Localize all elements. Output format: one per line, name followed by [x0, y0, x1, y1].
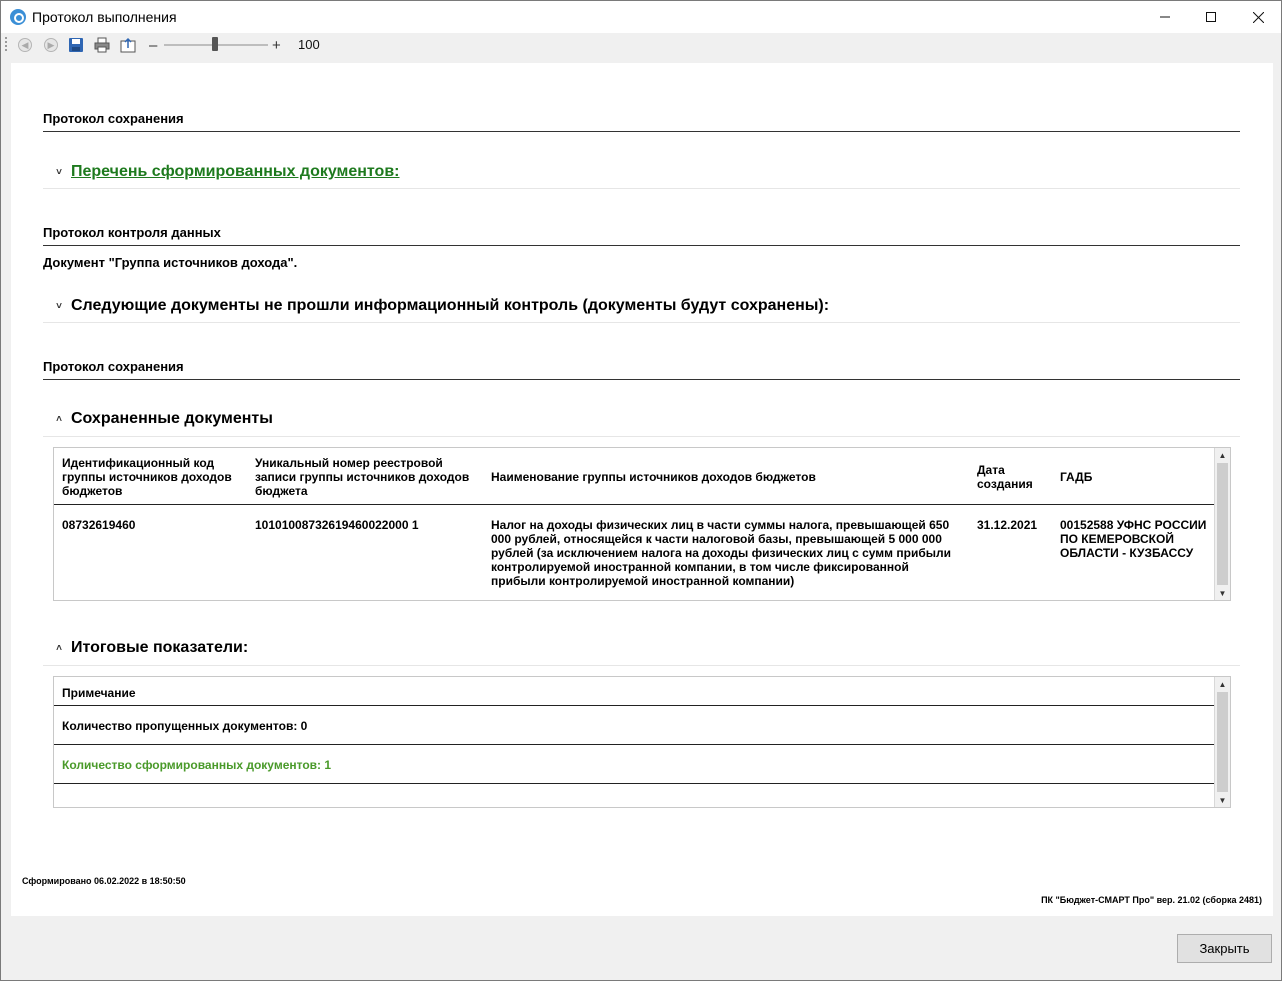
zoom-out-button[interactable]: –	[149, 37, 157, 54]
back-button[interactable]: ◀	[16, 36, 34, 54]
arrow-right-icon: ▶	[44, 38, 58, 52]
divider	[43, 245, 1240, 246]
header-divider	[54, 705, 1215, 706]
minimize-icon	[1160, 16, 1170, 18]
floppy-disk-icon	[69, 38, 83, 52]
divider	[43, 665, 1240, 666]
table-cell[interactable]: Налог на доходы физических лиц в части с…	[491, 518, 957, 588]
skipped-count[interactable]: Количество пропущенных документов: 0	[62, 719, 307, 733]
vertical-scrollbar[interactable]: ▲ ▼	[1214, 677, 1230, 807]
maximize-button[interactable]	[1188, 1, 1234, 33]
divider	[43, 322, 1240, 323]
scroll-down-icon[interactable]: ▼	[1215, 586, 1230, 600]
app-icon	[10, 9, 26, 25]
formed-docs-link[interactable]: Перечень сформированных документов:	[71, 163, 400, 181]
save-button[interactable]	[67, 36, 85, 54]
version-info: ПК "Бюджет-СМАРТ Про" вер. 21.02 (сборка…	[1041, 895, 1262, 905]
window: Протокол выполнения ◀ ▶ – + 100 Протокол…	[0, 0, 1282, 981]
scroll-thumb[interactable]	[1217, 463, 1228, 585]
forward-button[interactable]: ▶	[42, 36, 60, 54]
title-bar: Протокол выполнения	[1, 1, 1281, 33]
print-button[interactable]	[93, 36, 111, 54]
generated-timestamp: Сформировано 06.02.2022 в 18:50:50	[22, 876, 186, 886]
chevron-up-icon: ˄	[56, 642, 62, 654]
vertical-scrollbar[interactable]: ▲ ▼	[1214, 448, 1230, 600]
column-header: ГАДБ	[1060, 470, 1093, 484]
zoom-slider-thumb[interactable]	[212, 37, 218, 51]
table-cell[interactable]: 31.12.2021	[977, 518, 1052, 532]
totals-table: Примечание Количество пропущенных докуме…	[53, 676, 1231, 808]
formed-docs-group[interactable]: ˅ Перечень сформированных документов:	[53, 163, 400, 181]
divider	[43, 436, 1240, 437]
row-divider	[54, 744, 1215, 745]
divider	[43, 188, 1240, 189]
toolbar-grip[interactable]	[5, 37, 7, 51]
divider	[43, 131, 1240, 132]
header-divider	[54, 504, 1215, 505]
control-protocol-title: Протокол контроля данных	[43, 225, 221, 240]
report-content: Протокол сохранения ˅ Перечень сформиров…	[11, 63, 1273, 916]
chevron-down-icon: ˅	[56, 300, 62, 312]
column-header: Наименование группы источников доходов б…	[491, 470, 816, 484]
arrow-left-icon: ◀	[18, 38, 32, 52]
save-protocol-title: Протокол сохранения	[43, 111, 184, 126]
document-line: Документ "Группа источников дохода".	[43, 255, 298, 270]
maximize-icon	[1206, 12, 1216, 22]
table-cell[interactable]: 10101008732619460022000 1	[255, 518, 480, 532]
window-title: Протокол выполнения	[32, 9, 177, 25]
column-header: Примечание	[62, 686, 136, 700]
close-icon	[1252, 11, 1264, 23]
export-icon	[120, 37, 136, 53]
scroll-down-icon[interactable]: ▼	[1215, 793, 1230, 807]
chevron-up-icon: ˄	[56, 413, 62, 425]
formed-count[interactable]: Количество сформированных документов: 1	[62, 758, 331, 772]
failed-control-title: Следующие документы не прошли информацио…	[71, 297, 830, 314]
saved-docs-title: Сохраненные документы	[71, 410, 273, 427]
column-header: Дата создания	[977, 463, 1033, 491]
saved-docs-group[interactable]: ˄ Сохраненные документы	[53, 410, 273, 428]
zoom-value: 100	[298, 37, 320, 52]
zoom-in-button[interactable]: +	[272, 37, 281, 54]
scroll-up-icon[interactable]: ▲	[1215, 677, 1230, 691]
saved-docs-table: Идентификационный код группы источников …	[53, 447, 1231, 601]
printer-icon	[94, 37, 110, 53]
table-cell[interactable]: 08732619460	[62, 518, 242, 532]
column-header: Идентификационный код группы источников …	[62, 456, 232, 498]
scroll-thumb[interactable]	[1217, 692, 1228, 792]
scroll-up-icon[interactable]: ▲	[1215, 448, 1230, 462]
close-window-button[interactable]	[1235, 1, 1281, 33]
table-cell[interactable]: 00152588 УФНС РОССИИ ПО КЕМЕРОВСКОЙ ОБЛА…	[1060, 518, 1210, 560]
chevron-down-icon: ˅	[56, 166, 62, 178]
failed-control-group[interactable]: ˅ Следующие документы не прошли информац…	[53, 297, 829, 315]
column-header: Уникальный номер реестровой записи групп…	[255, 456, 470, 498]
row-divider	[54, 783, 1215, 784]
totals-title: Итоговые показатели:	[71, 639, 249, 656]
close-button[interactable]: Закрыть	[1177, 934, 1272, 963]
export-button[interactable]	[119, 36, 137, 54]
minimize-button[interactable]	[1142, 1, 1188, 33]
divider	[43, 379, 1240, 380]
save-protocol-title-2: Протокол сохранения	[43, 359, 184, 374]
totals-group[interactable]: ˄ Итоговые показатели:	[53, 639, 248, 657]
